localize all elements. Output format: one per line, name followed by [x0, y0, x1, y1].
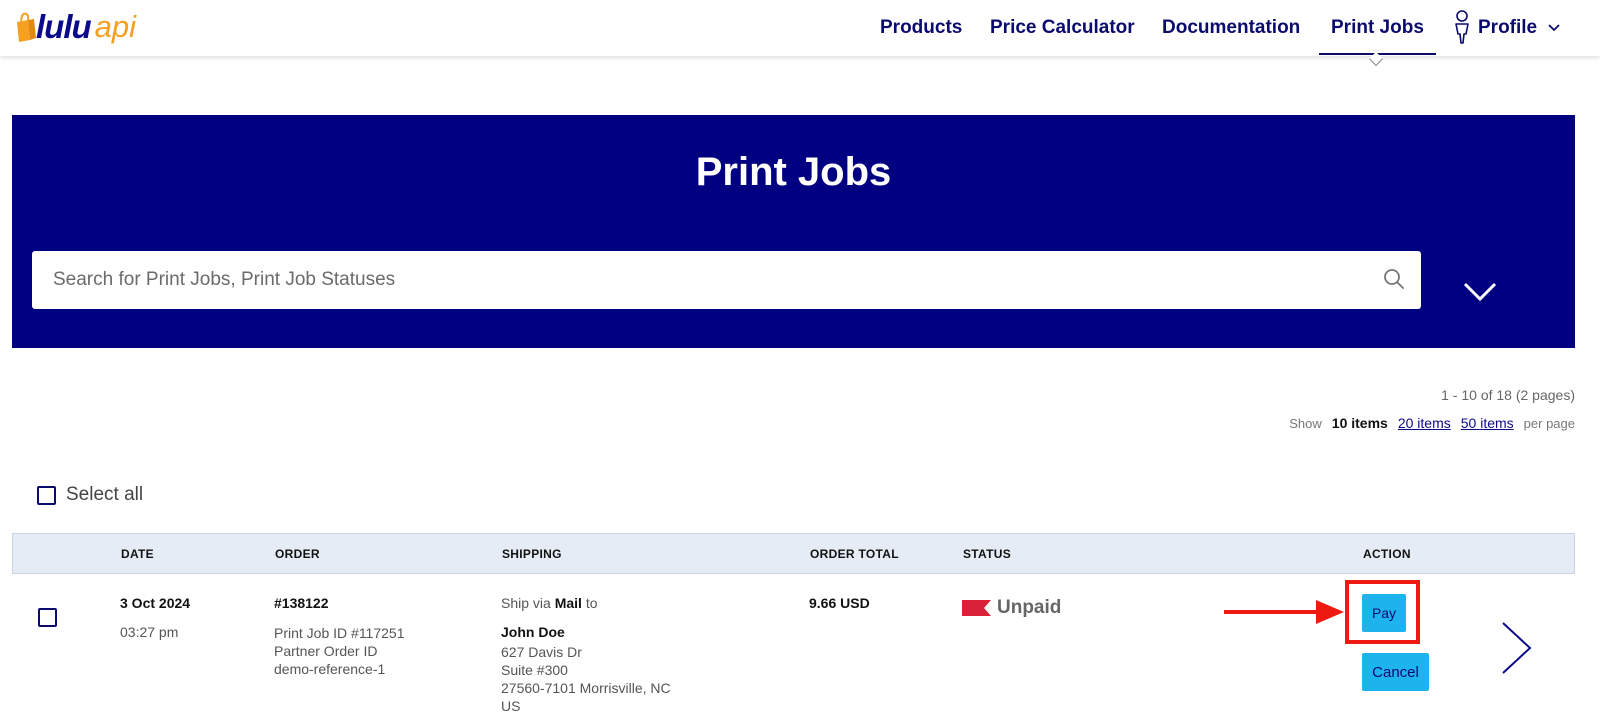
logo-text: lulu [36, 8, 92, 45]
address-line: 27560-7101 Morrisville, NC [501, 680, 671, 696]
per-page-label: per page [1523, 416, 1575, 431]
page-size-selector: Show 10 items 20 items 50 items per page [1289, 415, 1575, 431]
select-all-label: Select all [66, 484, 144, 505]
partner-order-label: Partner Order ID [274, 643, 378, 659]
pay-button[interactable]: Pay [1362, 594, 1406, 632]
nav-print-jobs[interactable]: Print Jobs [1331, 17, 1424, 39]
column-header-shipping: SHIPPING [502, 547, 562, 561]
page-title: Print Jobs [695, 150, 892, 194]
column-header-status: STATUS [963, 547, 1012, 561]
order-number: #138122 [274, 595, 329, 611]
select-all[interactable]: Select all [37, 484, 143, 506]
order-details: Print Job ID #117251 Partner Order ID de… [274, 624, 405, 678]
shipping-method: Ship via Mail to [501, 595, 598, 611]
page-size-50[interactable]: 50 items [1461, 415, 1514, 431]
profile-person-icon [1455, 10, 1469, 44]
address-line: US [501, 698, 521, 714]
expand-filters-chevron-icon[interactable] [1462, 281, 1498, 303]
search-icon[interactable] [1383, 268, 1405, 290]
nav-profile[interactable]: Profile [1478, 17, 1537, 39]
nav-products[interactable]: Products [880, 17, 962, 39]
logo-api-text: api [94, 9, 137, 44]
order-time: 03:27 pm [120, 624, 179, 640]
partner-order-id: demo-reference-1 [274, 661, 386, 677]
table-header: DATE ORDER SHIPPING ORDER TOTAL STATUS A… [12, 533, 1575, 574]
logo-bag-icon [17, 12, 36, 42]
search-input[interactable] [32, 251, 1421, 309]
column-header-order-total: ORDER TOTAL [810, 547, 899, 561]
page-size-current: 10 items [1331, 415, 1388, 431]
ship-to-label: to [585, 595, 598, 611]
unpaid-flag-icon [962, 600, 991, 616]
lulu-api-logo[interactable]: lulu api [14, 6, 136, 48]
ship-method: Mail [554, 595, 582, 611]
order-date: 3 Oct 2024 [120, 595, 191, 611]
chevron-down-icon[interactable] [1548, 24, 1560, 32]
top-nav: lulu api Products Price Calculator Docum… [0, 0, 1600, 67]
page-size-20[interactable]: 20 items [1398, 415, 1451, 431]
address-line: 627 Davis Dr [501, 644, 582, 660]
chevron-right-icon[interactable] [1500, 620, 1534, 676]
ship-via-label: Ship via [501, 595, 551, 611]
column-header-order: ORDER [275, 547, 320, 561]
show-label: Show [1289, 416, 1322, 431]
search-box [32, 251, 1421, 309]
order-total: 9.66 USD [809, 595, 870, 611]
cancel-button[interactable]: Cancel [1362, 653, 1429, 691]
nav-documentation[interactable]: Documentation [1162, 17, 1300, 39]
address-line: Suite #300 [501, 662, 568, 678]
status-label: Unpaid [997, 597, 1062, 618]
pagination-summary: 1 - 10 of 18 (2 pages) [1441, 387, 1575, 403]
shipping-address: 627 Davis Dr Suite #300 27560-7101 Morri… [501, 643, 671, 715]
nav-price-calculator[interactable]: Price Calculator [990, 17, 1135, 39]
recipient-name: John Doe [501, 624, 565, 640]
select-all-checkbox[interactable] [37, 485, 56, 505]
column-header-date: DATE [121, 547, 154, 561]
column-header-action: ACTION [1363, 547, 1411, 561]
annotation-arrow-icon [1224, 600, 1344, 624]
row-checkbox[interactable] [38, 608, 57, 627]
print-jobs-hero: Print Jobs [12, 115, 1575, 348]
status-badge: Unpaid [962, 597, 1061, 619]
print-job-id: Print Job ID #117251 [274, 625, 405, 641]
